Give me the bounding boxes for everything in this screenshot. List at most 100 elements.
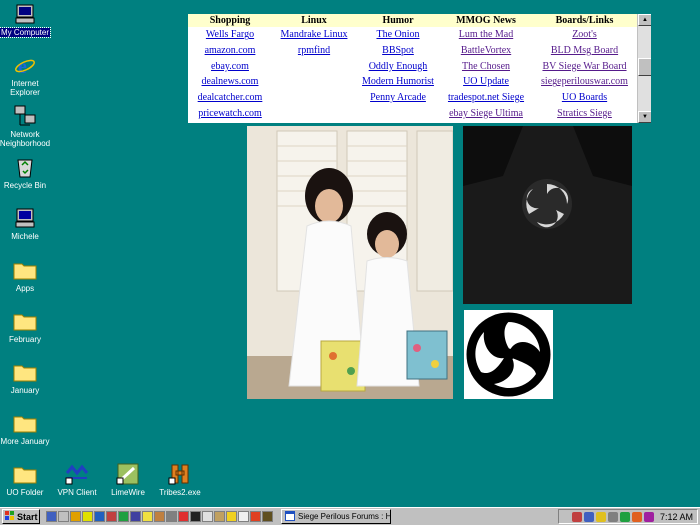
svg-text:e: e [18, 56, 27, 76]
column-header-boards-links: Boards/Links [532, 14, 637, 27]
links-panel: Shopping Linux Humor MMOG News Boards/Li… [188, 14, 651, 123]
column-header-shopping: Shopping [188, 14, 272, 27]
table-row: amazon.com rpmfind BBSpot BattleVortex B… [188, 43, 637, 59]
tray-icon[interactable] [619, 511, 630, 522]
recycle-bin-shortcut[interactable]: Recycle Bin [0, 155, 55, 190]
column-header-mmog-news: MMOG News [440, 14, 532, 27]
my-computer-label: My Computer [0, 27, 52, 38]
folder-icon [13, 309, 37, 333]
more-january-folder[interactable]: More January [0, 411, 55, 446]
link-bbspot[interactable]: BBSpot [356, 43, 440, 59]
quick-launch-icon[interactable] [142, 511, 153, 522]
quick-launch-icon[interactable] [118, 511, 129, 522]
spiral-shirt-illustration [463, 126, 632, 304]
girls-photo-illustration [247, 126, 453, 399]
link-pricewatch[interactable]: pricewatch.com [188, 105, 272, 121]
quick-launch-icon[interactable] [106, 511, 117, 522]
my-computer-shortcut[interactable]: My Computer [0, 2, 55, 38]
vpn-client-label: VPN Client [57, 488, 97, 497]
table-row: ebay.com Oddly Enough The Chosen BV Sieg… [188, 58, 637, 74]
limewire-shortcut[interactable]: LimeWire [98, 462, 158, 497]
column-header-linux: Linux [272, 14, 356, 27]
tray-icon[interactable] [571, 511, 582, 522]
link-tradespot-siege[interactable]: tradespot.net Siege [440, 90, 532, 106]
taskbar-window-button[interactable]: Siege Perilous Forums : Ha... [281, 509, 391, 524]
link-lum-the-mad[interactable]: Lum the Mad [440, 27, 532, 43]
quick-launch-icon[interactable] [70, 511, 81, 522]
january-label: January [10, 386, 40, 395]
empty-cell [272, 90, 356, 106]
link-modern-humorist[interactable]: Modern Humorist [356, 74, 440, 90]
quick-launch-icon[interactable] [130, 511, 141, 522]
start-label: Start [17, 511, 38, 522]
quick-launch-icon[interactable] [202, 511, 213, 522]
link-amazon[interactable]: amazon.com [188, 43, 272, 59]
scroll-up-arrow-icon[interactable]: ▲ [638, 14, 651, 26]
tray-icon[interactable] [631, 511, 642, 522]
tribes2-shortcut[interactable]: Tribes2.exe [150, 462, 210, 497]
tray-icon[interactable] [583, 511, 594, 522]
mitsudomoe-emblem-icon [464, 310, 553, 399]
internet-explorer-shortcut[interactable]: e Internet Explorer [0, 53, 55, 97]
quick-launch-icon[interactable] [262, 511, 273, 522]
link-rpmfind[interactable]: rpmfind [272, 43, 356, 59]
link-penny-arcade[interactable]: Penny Arcade [356, 90, 440, 106]
michele-shortcut[interactable]: Michele [0, 206, 55, 241]
limewire-icon [116, 462, 140, 486]
link-zoots[interactable]: Zoot's [532, 27, 637, 43]
internet-explorer-label: Internet Explorer [10, 79, 40, 97]
quick-launch-icon[interactable] [238, 511, 249, 522]
quick-launch-icon[interactable] [250, 511, 261, 522]
link-oddly-enough[interactable]: Oddly Enough [356, 58, 440, 74]
link-bld-msg-board[interactable]: BLD Msg Board [532, 43, 637, 59]
scroll-down-arrow-icon[interactable]: ▼ [638, 111, 651, 123]
link-battlevortex[interactable]: BattleVortex [440, 43, 532, 59]
table-row: Wells Fargo Mandrake Linux The Onion Lum… [188, 27, 637, 43]
link-uo-boards[interactable]: UO Boards [532, 90, 637, 106]
link-dealnews[interactable]: dealnews.com [188, 74, 272, 90]
link-the-onion[interactable]: The Onion [356, 27, 440, 43]
february-folder[interactable]: February [0, 309, 55, 344]
folder-icon [13, 360, 37, 384]
vertical-scrollbar[interactable]: ▲ ▼ [637, 14, 651, 123]
folder-icon [13, 462, 37, 486]
network-neighborhood-shortcut[interactable]: Network Neighborhood [0, 104, 55, 148]
apps-folder[interactable]: Apps [0, 258, 55, 293]
quick-launch-icon[interactable] [58, 511, 69, 522]
link-the-chosen[interactable]: The Chosen [440, 58, 532, 74]
quick-launch-icon[interactable] [190, 511, 201, 522]
link-siegeperilouswar[interactable]: siegeperilouswar.com [532, 74, 637, 90]
quick-launch-icon[interactable] [214, 511, 225, 522]
tray-icon[interactable] [643, 511, 654, 522]
scrollbar-thumb[interactable] [638, 58, 651, 76]
start-button[interactable]: Start [2, 509, 40, 524]
quick-launch-icon[interactable] [178, 511, 189, 522]
link-bv-siege-war-board[interactable]: BV Siege War Board [532, 58, 637, 74]
taskbar-window-label: Siege Perilous Forums : Ha... [298, 512, 391, 521]
link-uo-update[interactable]: UO Update [440, 74, 532, 90]
table-row: dealcatcher.com Penny Arcade tradespot.n… [188, 90, 637, 106]
tray-icon[interactable] [595, 511, 606, 522]
quick-launch-icon[interactable] [154, 511, 165, 522]
quick-launch-icon[interactable] [46, 511, 57, 522]
january-folder[interactable]: January [0, 360, 55, 395]
quick-launch-toolbar [46, 511, 273, 522]
quick-launch-icon[interactable] [94, 511, 105, 522]
limewire-label: LimeWire [111, 488, 145, 497]
michele-label: Michele [11, 232, 39, 241]
link-wells-fargo[interactable]: Wells Fargo [188, 27, 272, 43]
link-mandrake-linux[interactable]: Mandrake Linux [272, 27, 356, 43]
table-row: dealnews.com Modern Humorist UO Update s… [188, 74, 637, 90]
link-ebay-siege-ultima[interactable]: ebay Siege Ultima [440, 105, 532, 121]
empty-cell [272, 58, 356, 74]
quick-launch-icon[interactable] [226, 511, 237, 522]
tray-icon[interactable] [607, 511, 618, 522]
quick-launch-icon[interactable] [166, 511, 177, 522]
link-ebay[interactable]: ebay.com [188, 58, 272, 74]
browser-window-icon [285, 510, 295, 523]
clock[interactable]: 7:12 AM [660, 512, 693, 522]
link-stratics-siege[interactable]: Stratics Siege [532, 105, 637, 121]
quick-launch-icon[interactable] [82, 511, 93, 522]
photo-girls [247, 126, 453, 399]
link-dealcatcher[interactable]: dealcatcher.com [188, 90, 272, 106]
